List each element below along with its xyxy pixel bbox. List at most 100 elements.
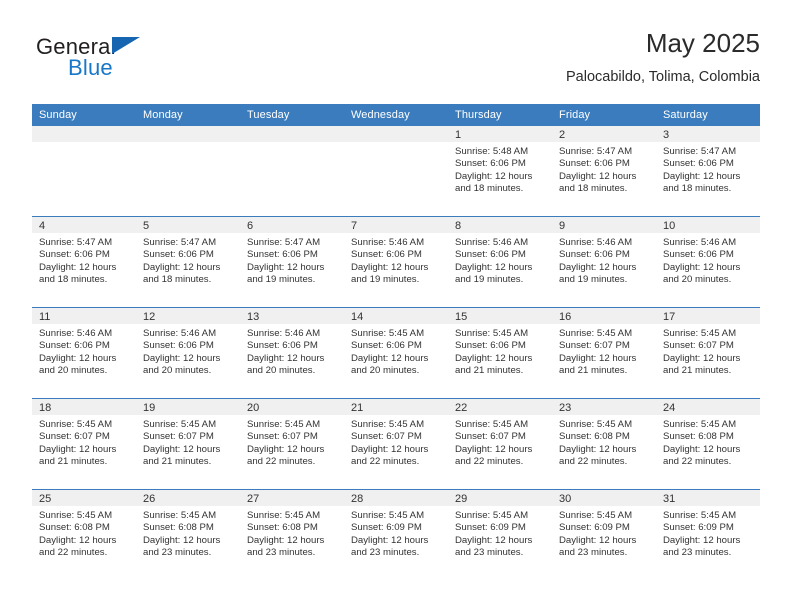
page-subtitle: Palocabildo, Tolima, Colombia <box>566 69 760 85</box>
day-number: 9 <box>552 217 656 233</box>
day-number: 13 <box>240 308 344 324</box>
day-details <box>344 142 448 146</box>
calendar-day-cell[interactable]: 7 Sunrise: 5:46 AM Sunset: 6:06 PM Daylight… <box>344 216 448 308</box>
day-number: 22 <box>448 399 552 415</box>
sunset-text: Sunset: 6:07 PM <box>247 431 318 443</box>
calendar-day-cell[interactable]: 15 Sunrise: 5:45 AM Sunset: 6:06 PM Dayligh… <box>448 307 552 399</box>
weekday-header-tuesday: Tuesday <box>240 104 344 126</box>
day-number <box>136 126 240 142</box>
calendar-day-cell[interactable]: 12 Sunrise: 5:46 AM Sunset: 6:06 PM Dayligh… <box>136 307 240 399</box>
calendar-day-cell[interactable]: 5 Sunrise: 5:47 AM Sunset: 6:06 PM Daylight… <box>136 216 240 308</box>
sunset-text: Sunset: 6:07 PM <box>351 431 422 443</box>
daylight-text-line2: and 21 minutes. <box>39 456 108 468</box>
calendar-day-cell[interactable]: 3 Sunrise: 5:47 AM Sunset: 6:06 PM Daylight… <box>656 126 760 217</box>
daylight-text-line2: and 23 minutes. <box>143 547 212 559</box>
calendar-day-cell[interactable]: 2 Sunrise: 5:47 AM Sunset: 6:06 PM Daylight… <box>552 126 656 217</box>
calendar-day-cell[interactable]: 25 Sunrise: 5:45 AM Sunset: 6:08 PM Dayligh… <box>32 489 136 580</box>
calendar-day-cell[interactable]: 1 Sunrise: 5:48 AM Sunset: 6:06 PM Daylight… <box>448 126 552 217</box>
day-details: Sunrise: 5:46 AM Sunset: 6:06 PM Daylight:… <box>448 233 552 287</box>
daylight-text-line1: Daylight: 12 hours <box>663 352 741 364</box>
daylight-text-line2: and 23 minutes. <box>559 547 628 559</box>
day-number: 1 <box>448 126 552 142</box>
daylight-text-line2: and 20 minutes. <box>247 365 316 377</box>
calendar-day-cell[interactable]: 11 Sunrise: 5:46 AM Sunset: 6:06 PM Dayligh… <box>32 307 136 399</box>
calendar-day-cell[interactable]: 22 Sunrise: 5:45 AM Sunset: 6:07 PM Dayligh… <box>448 398 552 490</box>
sunrise-text: Sunrise: 5:45 AM <box>247 510 321 521</box>
day-details: Sunrise: 5:45 AM Sunset: 6:09 PM Daylight:… <box>344 506 448 560</box>
calendar-day-cell[interactable]: 9 Sunrise: 5:46 AM Sunset: 6:06 PM Daylight… <box>552 216 656 308</box>
daylight-text-line2: and 18 minutes. <box>143 274 212 286</box>
sunset-text: Sunset: 6:08 PM <box>663 431 734 443</box>
daylight-text-line2: and 20 minutes. <box>143 365 212 377</box>
day-number: 30 <box>552 490 656 506</box>
calendar-day-cell[interactable]: 10 Sunrise: 5:46 AM Sunset: 6:06 PM Dayligh… <box>656 216 760 308</box>
sunrise-text: Sunrise: 5:46 AM <box>663 237 737 248</box>
brand-name-blue: Blue <box>68 55 113 80</box>
sunset-text: Sunset: 6:09 PM <box>559 522 630 534</box>
daylight-text-line2: and 18 minutes. <box>559 183 628 195</box>
calendar-day-cell[interactable]: 13 Sunrise: 5:46 AM Sunset: 6:06 PM Dayligh… <box>240 307 344 399</box>
calendar-day-cell[interactable]: 14 Sunrise: 5:45 AM Sunset: 6:06 PM Dayligh… <box>344 307 448 399</box>
weekday-header-monday: Monday <box>136 104 240 126</box>
sunset-text: Sunset: 6:06 PM <box>39 249 110 261</box>
sunrise-text: Sunrise: 5:47 AM <box>143 237 217 248</box>
sunset-text: Sunset: 6:08 PM <box>143 522 214 534</box>
sunrise-text: Sunrise: 5:45 AM <box>351 510 425 521</box>
calendar-day-cell-empty <box>136 126 240 217</box>
day-details: Sunrise: 5:45 AM Sunset: 6:07 PM Daylight:… <box>656 324 760 378</box>
triangle-flag-icon <box>112 37 140 54</box>
page-header: General Blue May 2025 Palocabildo, Tolim… <box>32 28 760 100</box>
day-details: Sunrise: 5:46 AM Sunset: 6:06 PM Daylight:… <box>136 324 240 378</box>
daylight-text-line1: Daylight: 12 hours <box>247 443 325 455</box>
weekday-header-thursday: Thursday <box>448 104 552 126</box>
brand-logo[interactable]: General Blue <box>36 34 236 90</box>
daylight-text-line2: and 20 minutes. <box>663 274 732 286</box>
calendar-day-cell[interactable]: 31 Sunrise: 5:45 AM Sunset: 6:09 PM Dayligh… <box>656 489 760 580</box>
sunrise-text: Sunrise: 5:46 AM <box>39 328 113 339</box>
calendar-week-row: 11 Sunrise: 5:46 AM Sunset: 6:06 PM Dayligh… <box>32 307 760 399</box>
calendar-day-cell[interactable]: 16 Sunrise: 5:45 AM Sunset: 6:07 PM Dayligh… <box>552 307 656 399</box>
calendar-day-cell[interactable]: 4 Sunrise: 5:47 AM Sunset: 6:06 PM Daylight… <box>32 216 136 308</box>
day-number: 20 <box>240 399 344 415</box>
day-number: 10 <box>656 217 760 233</box>
calendar-day-cell[interactable]: 24 Sunrise: 5:45 AM Sunset: 6:08 PM Dayligh… <box>656 398 760 490</box>
calendar-day-cell[interactable]: 20 Sunrise: 5:45 AM Sunset: 6:07 PM Dayligh… <box>240 398 344 490</box>
day-number: 2 <box>552 126 656 142</box>
daylight-text-line1: Daylight: 12 hours <box>351 261 429 273</box>
calendar-day-cell[interactable]: 28 Sunrise: 5:45 AM Sunset: 6:09 PM Dayligh… <box>344 489 448 580</box>
sunrise-text: Sunrise: 5:45 AM <box>143 419 217 430</box>
calendar-day-cell[interactable]: 21 Sunrise: 5:45 AM Sunset: 6:07 PM Dayligh… <box>344 398 448 490</box>
day-details: Sunrise: 5:45 AM Sunset: 6:06 PM Daylight:… <box>344 324 448 378</box>
sunset-text: Sunset: 6:06 PM <box>143 249 214 261</box>
daylight-text-line1: Daylight: 12 hours <box>663 170 741 182</box>
calendar-day-cell[interactable]: 26 Sunrise: 5:45 AM Sunset: 6:08 PM Dayligh… <box>136 489 240 580</box>
calendar-day-cell[interactable]: 18 Sunrise: 5:45 AM Sunset: 6:07 PM Dayligh… <box>32 398 136 490</box>
day-details: Sunrise: 5:45 AM Sunset: 6:09 PM Daylight:… <box>552 506 656 560</box>
calendar-day-cell[interactable]: 23 Sunrise: 5:45 AM Sunset: 6:08 PM Dayligh… <box>552 398 656 490</box>
sunset-text: Sunset: 6:07 PM <box>39 431 110 443</box>
calendar-week-row: 18 Sunrise: 5:45 AM Sunset: 6:07 PM Dayligh… <box>32 398 760 490</box>
daylight-text-line1: Daylight: 12 hours <box>559 534 637 546</box>
sunrise-text: Sunrise: 5:45 AM <box>39 510 113 521</box>
calendar-day-cell[interactable]: 8 Sunrise: 5:46 AM Sunset: 6:06 PM Daylight… <box>448 216 552 308</box>
daylight-text-line2: and 19 minutes. <box>455 274 524 286</box>
day-number: 27 <box>240 490 344 506</box>
daylight-text-line1: Daylight: 12 hours <box>247 534 325 546</box>
daylight-text-line1: Daylight: 12 hours <box>455 261 533 273</box>
day-number: 23 <box>552 399 656 415</box>
calendar-day-cell[interactable]: 17 Sunrise: 5:45 AM Sunset: 6:07 PM Dayligh… <box>656 307 760 399</box>
daylight-text-line2: and 22 minutes. <box>247 456 316 468</box>
sunset-text: Sunset: 6:07 PM <box>559 340 630 352</box>
calendar-day-cell[interactable]: 6 Sunrise: 5:47 AM Sunset: 6:06 PM Daylight… <box>240 216 344 308</box>
day-details: Sunrise: 5:47 AM Sunset: 6:06 PM Daylight:… <box>136 233 240 287</box>
calendar-day-cell[interactable]: 19 Sunrise: 5:45 AM Sunset: 6:07 PM Dayligh… <box>136 398 240 490</box>
calendar-day-cell[interactable]: 30 Sunrise: 5:45 AM Sunset: 6:09 PM Dayligh… <box>552 489 656 580</box>
calendar-day-cell[interactable]: 29 Sunrise: 5:45 AM Sunset: 6:09 PM Dayligh… <box>448 489 552 580</box>
calendar-day-cell[interactable]: 27 Sunrise: 5:45 AM Sunset: 6:08 PM Dayligh… <box>240 489 344 580</box>
day-details: Sunrise: 5:45 AM Sunset: 6:07 PM Daylight:… <box>552 324 656 378</box>
day-number: 5 <box>136 217 240 233</box>
calendar-week-row: 1 Sunrise: 5:48 AM Sunset: 6:06 PM Daylight… <box>32 126 760 217</box>
day-details: Sunrise: 5:45 AM Sunset: 6:09 PM Daylight:… <box>448 506 552 560</box>
sunrise-text: Sunrise: 5:45 AM <box>455 510 529 521</box>
sunset-text: Sunset: 6:06 PM <box>351 249 422 261</box>
